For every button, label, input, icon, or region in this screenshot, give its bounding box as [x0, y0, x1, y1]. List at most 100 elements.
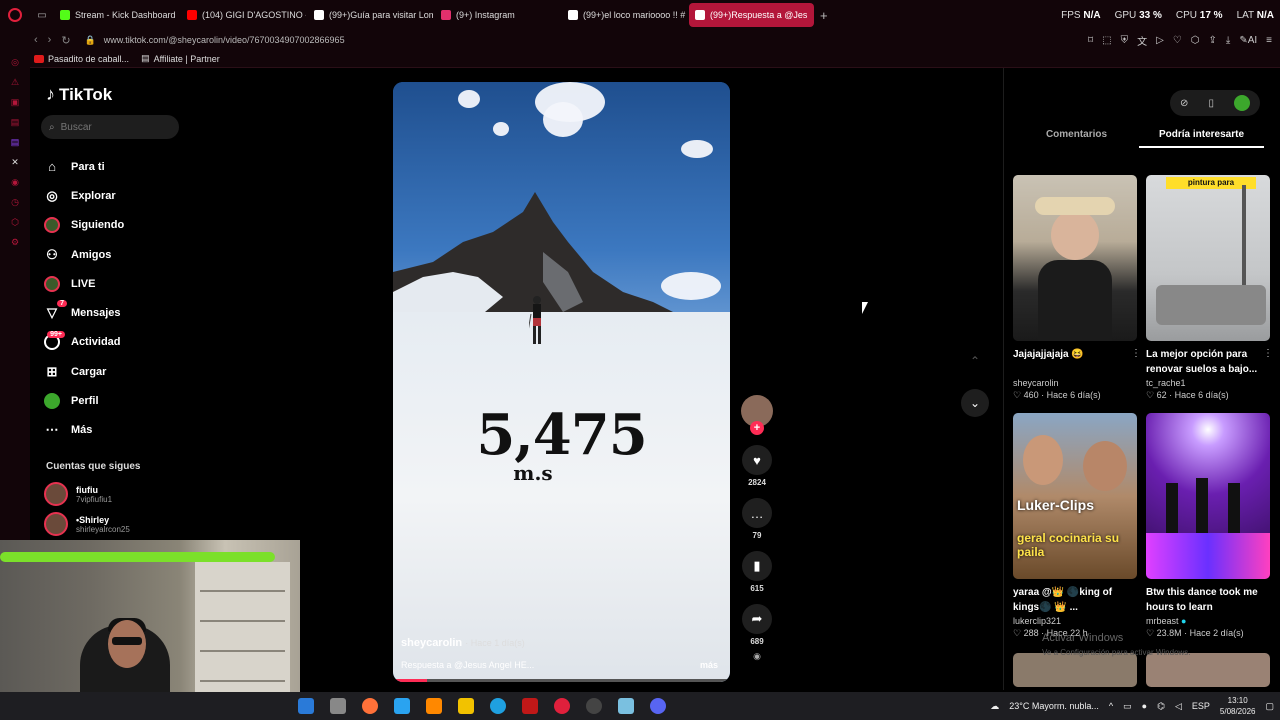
shield-icon[interactable]: ⛨ [1121, 35, 1129, 46]
search-input[interactable] [60, 121, 161, 133]
following-item[interactable]: •Shirley shirleyalrcon25 [44, 512, 130, 536]
notification-icon[interactable]: ▢ [1265, 701, 1274, 712]
reload-icon[interactable]: ↻ [61, 34, 70, 47]
nav-item-mensajes[interactable]: ▽ 7 Mensajes [44, 298, 194, 327]
explorer-icon[interactable] [330, 698, 346, 714]
volume-icon[interactable]: ◁ [1175, 701, 1182, 712]
author-avatar[interactable]: + [741, 395, 773, 435]
forward-icon[interactable]: › [48, 34, 52, 47]
play-icon[interactable]: ▷ [1156, 35, 1164, 46]
ai-icon[interactable]: ✎AI [1239, 35, 1257, 46]
tiktok-logo[interactable]: ♪ TikTok [46, 84, 112, 105]
card-user[interactable]: lukerclip321 [1013, 616, 1137, 626]
sidebar-messenger-icon[interactable]: ▣ [9, 96, 21, 108]
video-card[interactable] [1013, 653, 1137, 687]
share-icon[interactable]: ⇪ [1209, 35, 1217, 46]
network-icon[interactable]: ⌬ [1157, 701, 1165, 712]
profile-avatar[interactable] [1233, 95, 1250, 111]
video-card[interactable] [1146, 653, 1270, 687]
following-item[interactable]: fiufiu 7vipfiufiu1 [44, 482, 112, 506]
video-player[interactable]: 5,475 m.s sheycarolin · Hace 1 día(s) Re… [393, 82, 730, 682]
browser-tab[interactable]: (104) GIGI D'AGOSTINO - I [181, 3, 306, 27]
chevron-up-icon[interactable]: ^ [1109, 701, 1113, 711]
battery-icon[interactable]: ▭ [1123, 701, 1132, 712]
nav-item-para-ti[interactable]: ⌂ Para ti [44, 152, 194, 181]
bookmark-icon[interactable]: ⌑ [1088, 35, 1093, 46]
music-disc-icon[interactable]: ◉ [740, 651, 774, 662]
url-field[interactable]: www.tiktok.com/@sheycarolin/video/767003… [104, 35, 345, 45]
back-icon[interactable]: ‹ [34, 34, 38, 47]
opera-gx-icon[interactable] [554, 698, 570, 714]
discord-icon[interactable] [650, 698, 666, 714]
card-user[interactable]: tc_rache1 [1146, 378, 1270, 388]
browser-tab[interactable]: (9+) Instagram [435, 3, 560, 27]
nav-item-live[interactable]: LIVE [44, 269, 194, 298]
card-user[interactable]: sheycarolin [1013, 378, 1137, 388]
sidebar-flow-icon[interactable]: ⚠ [9, 76, 21, 88]
card-user[interactable]: mrbeast ● [1146, 616, 1270, 626]
explore-icon[interactable]: ⊘ [1180, 98, 1188, 109]
follow-plus-icon[interactable]: + [750, 421, 764, 435]
video-card[interactable]: Jajajajjajaja 😆 sheycarolin ♡ 460 · Hace… [1013, 175, 1137, 401]
microphone-icon[interactable]: ● [1142, 701, 1147, 711]
nav-item-perfil[interactable]: Perfil [44, 386, 194, 415]
screenshot-icon[interactable]: ⬚ [1102, 35, 1111, 46]
twitch-icon[interactable]: ▤ [9, 136, 21, 148]
search-box[interactable]: ⌕ [41, 115, 179, 139]
weather-text[interactable]: 23°C Mayorm. nubla... [1009, 701, 1099, 711]
x-icon[interactable]: ✕ [9, 156, 21, 168]
opera-logo-icon[interactable] [0, 0, 30, 30]
copilot-icon[interactable] [394, 698, 410, 714]
device-icon[interactable]: ▯ [1208, 98, 1214, 109]
lang-indicator[interactable]: ESP [1192, 701, 1210, 711]
bookmark-item[interactable]: Pasadito de caball... [34, 54, 129, 64]
comment-button[interactable]: … [742, 498, 772, 528]
card-more-icon[interactable]: ⋮ [1131, 348, 1141, 359]
sidebar-extensions-icon[interactable]: ⬡ [9, 216, 21, 228]
firefox-icon[interactable] [362, 698, 378, 714]
video-author[interactable]: sheycarolin · Hace 1 día(s) [401, 637, 525, 649]
video-card[interactable]: Luker-Clips geral cocinaria su paila yar… [1013, 413, 1137, 639]
browser-tab[interactable]: (99+)Guía para visitar Lom [308, 3, 433, 27]
nav-item-amigos[interactable]: ⚇ Amigos [44, 240, 194, 269]
video-card[interactable]: pintura para La mejor opción para renova… [1146, 175, 1270, 401]
share-button[interactable]: ➦ [742, 604, 772, 634]
sidebar-history-icon[interactable]: ◷ [9, 196, 21, 208]
like-button[interactable]: ♥ [742, 445, 772, 475]
tab-menu-icon[interactable]: ▭ [30, 10, 54, 21]
translate-icon[interactable]: 文 [1137, 33, 1147, 48]
nav-item-cargar[interactable]: ⊞ Cargar [44, 357, 194, 386]
download-icon[interactable]: ⤓ [1226, 35, 1230, 46]
nav-item-más[interactable]: ⋯ Más [44, 416, 194, 445]
browser-tab[interactable]: Stream - Kick Dashboard [54, 3, 179, 27]
card-more-icon[interactable]: ⋮ [1263, 348, 1273, 359]
bookmark-item[interactable]: ▤ Affiliate | Partner [141, 53, 220, 64]
browser-tab[interactable]: (99+)Respuesta a @Jes [689, 3, 814, 27]
menu-icon[interactable]: ≡ [1266, 35, 1272, 46]
sidebar-home-icon[interactable]: ◎ [9, 56, 21, 68]
nav-item-actividad[interactable]: 99+ Actividad [44, 328, 194, 357]
sidebar-news-icon[interactable]: ▤ [9, 116, 21, 128]
sidebar-settings-icon[interactable]: ⚙ [9, 236, 21, 248]
nav-item-siguiendo[interactable]: Siguiendo [44, 211, 194, 240]
vlc-icon[interactable] [426, 698, 442, 714]
more-link[interactable]: más [700, 660, 718, 670]
outlook-icon[interactable] [298, 698, 314, 714]
video-card[interactable]: Btw this dance took me hours to learn mr… [1146, 413, 1270, 639]
video-progress[interactable] [393, 679, 730, 682]
sidebar-player-icon[interactable]: ◉ [9, 176, 21, 188]
clock[interactable]: 13:10 5/08/2026 [1220, 695, 1256, 717]
nav-item-explorar[interactable]: ◎ Explorar [44, 181, 194, 210]
notes-icon[interactable] [618, 698, 634, 714]
app-icon[interactable] [522, 698, 538, 714]
new-tab-button[interactable]: + [816, 8, 832, 23]
tab-suggested[interactable]: Podría interesarte [1139, 122, 1264, 148]
edge-icon[interactable] [490, 698, 506, 714]
extensions-icon[interactable]: ⬡ [1191, 35, 1200, 46]
previous-video-button[interactable]: ⌃ [961, 347, 989, 375]
obs-icon[interactable] [586, 698, 602, 714]
save-button[interactable]: ▮ [742, 551, 772, 581]
browser-tab[interactable]: (99+)el loco marioooo !! # [562, 3, 687, 27]
next-video-button[interactable]: ⌄ [961, 389, 989, 417]
store-icon[interactable] [458, 698, 474, 714]
